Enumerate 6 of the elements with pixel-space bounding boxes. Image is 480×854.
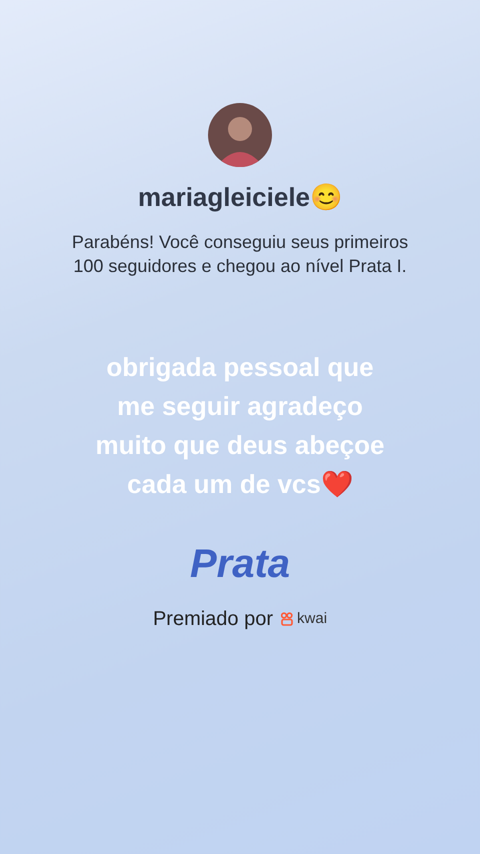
brand-name: kwai xyxy=(297,608,328,629)
awarded-by-label: Premiado por xyxy=(152,607,274,632)
achievement-description: Parabéns! Você conseguiu seus primeiros 100 seguidores e chegou ao nível Prata I. xyxy=(70,231,410,278)
username: mariagleiciele😊 xyxy=(138,181,342,213)
kwai-logo-icon xyxy=(281,612,294,626)
level-title: Prata xyxy=(190,541,290,588)
